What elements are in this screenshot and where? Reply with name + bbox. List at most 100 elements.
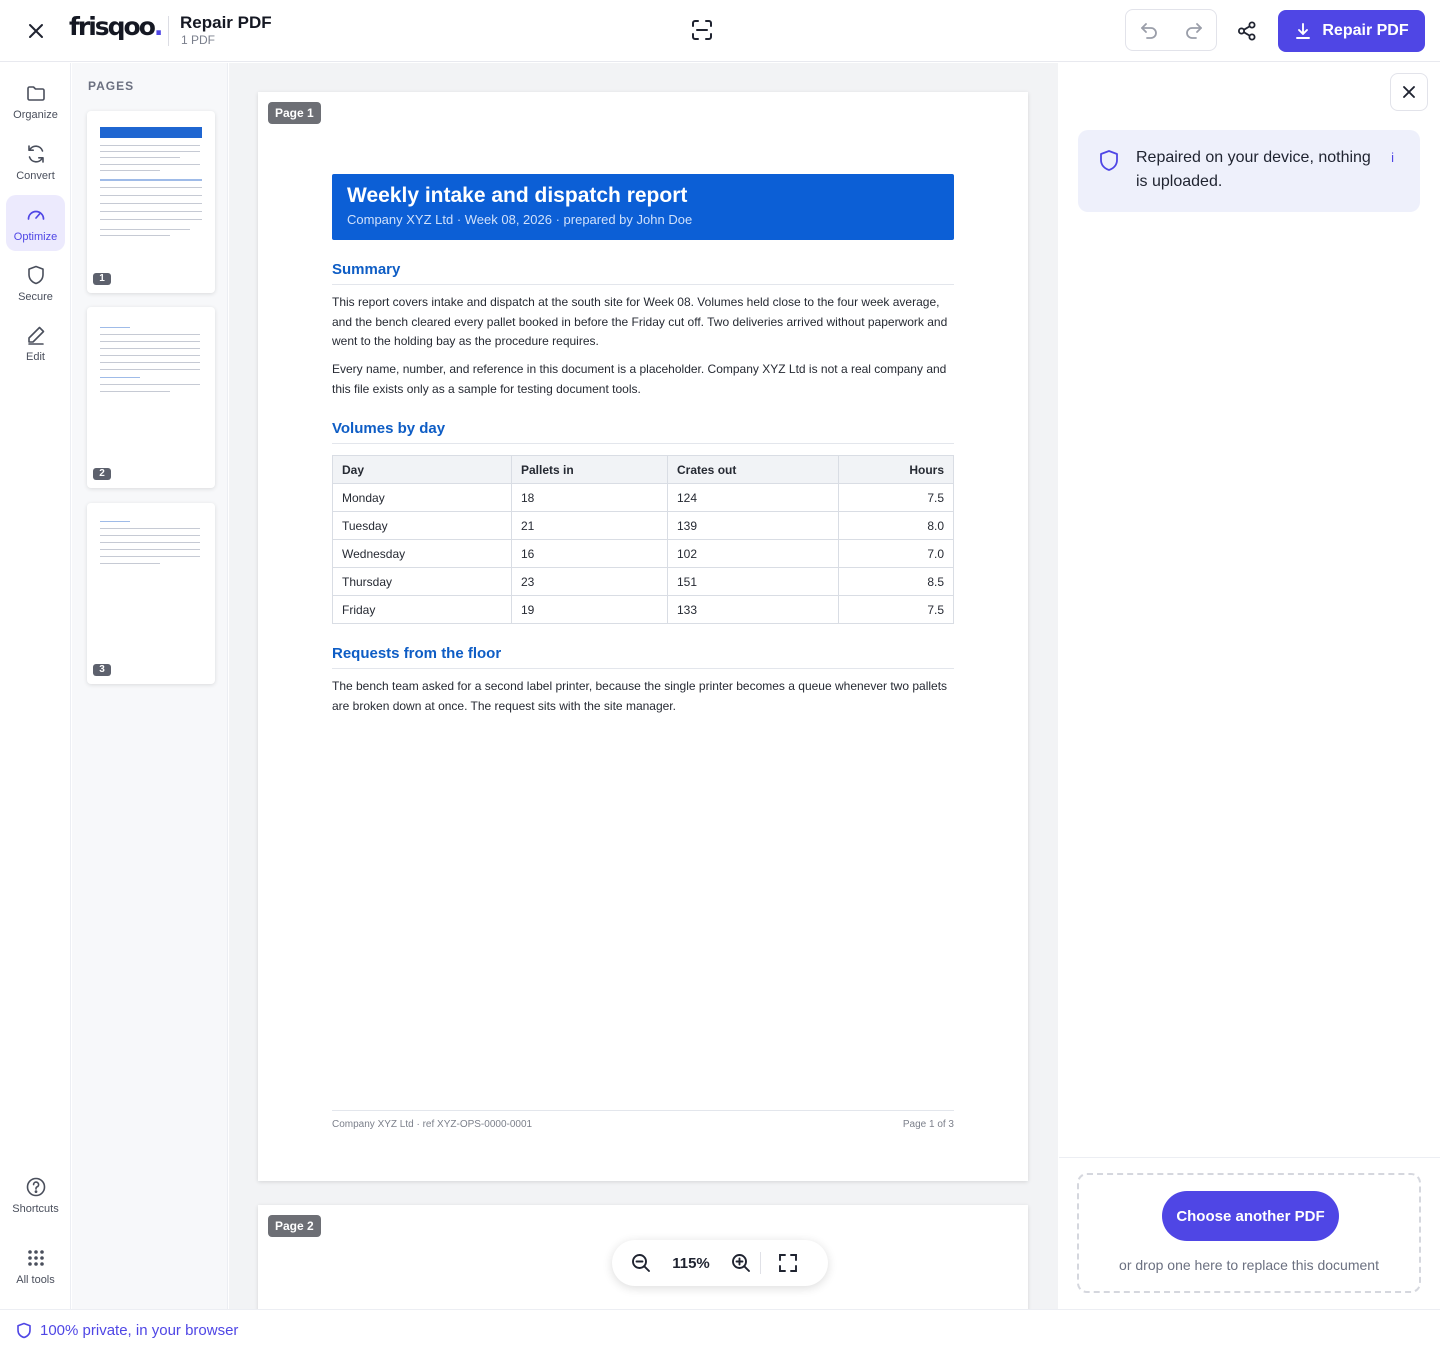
table-row: Monday 18 124 7.5 (332, 483, 954, 512)
table-cell: 102 (667, 539, 839, 568)
pages-panel: PAGES 1 2 3 (72, 63, 228, 1309)
table-cell: Monday (332, 483, 512, 512)
column-header: Pallets in (511, 455, 668, 484)
zoom-out-icon (632, 1254, 650, 1272)
table-row: Tuesday 21 139 8.0 (332, 511, 954, 540)
scan-icon (692, 20, 712, 40)
table-cell: 8.5 (838, 567, 954, 596)
rail-item-all-tools[interactable]: All tools (6, 1238, 65, 1294)
footer-reference: Company XYZ Ltd · ref XYZ-OPS-0000-0001 (332, 1119, 533, 1130)
table-cell: 133 (667, 595, 839, 624)
zoom-in-button[interactable] (728, 1250, 754, 1276)
close-icon (1403, 86, 1415, 98)
rail-item-shortcuts[interactable]: Shortcuts (6, 1167, 65, 1223)
report-banner: Weekly intake and dispatch report Compan… (332, 174, 954, 240)
share-icon (1238, 21, 1256, 41)
rail-item-organize[interactable]: Organize (6, 73, 65, 129)
table-cell: 18 (511, 483, 668, 512)
fullscreen-button[interactable] (775, 1250, 801, 1276)
fullscreen-icon (779, 1254, 797, 1272)
zoom-toolbar: 115% (612, 1240, 828, 1286)
download-icon (1296, 23, 1311, 39)
pdf-page-1: Page 1 Weekly intake and dispatch report… (258, 92, 1028, 1181)
drop-zone[interactable]: Choose another PDF or drop one here to r… (1077, 1173, 1421, 1293)
tool-panel: Repaired on your device, nothing is uplo… (1059, 63, 1440, 1309)
share-button[interactable] (1233, 17, 1261, 45)
table-cell: 19 (511, 595, 668, 624)
report-subtitle: Company XYZ Ltd · Week 08, 2026 · prepar… (347, 212, 693, 227)
zoom-divider (760, 1252, 761, 1274)
zoom-out-button[interactable] (628, 1250, 654, 1276)
summary-paragraph: This report covers intake and dispatch a… (332, 295, 948, 348)
drop-hint: or drop one here to replace this documen… (1119, 1257, 1379, 1273)
requests-paragraph: The bench team asked for a second label … (332, 679, 948, 713)
table-row: Wednesday 16 102 7.0 (332, 539, 954, 568)
table-cell: 139 (667, 511, 839, 540)
footer-page-number: Page 1 of 3 (902, 1119, 954, 1130)
gauge-icon (27, 210, 44, 220)
rail-item-edit[interactable]: Edit (6, 315, 65, 371)
close-button[interactable] (22, 17, 50, 45)
rail-item-optimize[interactable]: Optimize (6, 195, 65, 251)
rail-item-label: Secure (18, 291, 53, 303)
rail-item-label: Optimize (13, 231, 58, 243)
repair-pdf-label: Repair PDF (1322, 22, 1409, 39)
redo-button[interactable] (1171, 10, 1216, 50)
folder-icon (26, 86, 45, 101)
thumb-banner (100, 127, 202, 138)
zoom-level[interactable]: 115% (664, 1255, 718, 1272)
table-cell: Friday (332, 595, 512, 624)
rail-item-convert[interactable]: Convert (6, 134, 65, 190)
tool-rail: Organize Convert Optimize Secure Edit Sh… (0, 63, 71, 1309)
disclaimer-paragraph: Every name, number, and reference in thi… (332, 362, 947, 396)
repair-pdf-button[interactable]: Repair PDF (1278, 10, 1425, 52)
table-cell: Thursday (332, 567, 512, 596)
notice-text: Repaired on your device, nothing is uplo… (1136, 149, 1371, 190)
table-cell: 23 (511, 567, 668, 596)
zoom-in-icon (732, 1254, 750, 1272)
thumb-number: 1 (93, 273, 111, 285)
page-label: Page 2 (268, 1215, 321, 1237)
page-thumbnail-2[interactable]: 2 (87, 307, 215, 488)
brand-logo[interactable]: frisqoo. (69, 12, 163, 41)
volumes-table: Day Pallets in Crates out Hours Monday 1… (332, 455, 954, 624)
column-header: Crates out (667, 455, 839, 484)
shield-icon (17, 1322, 31, 1338)
requests-heading: Requests from the floor (332, 645, 954, 669)
choose-another-pdf-button[interactable]: Choose another PDF (1162, 1191, 1339, 1241)
info-icon[interactable]: i (1391, 146, 1394, 170)
table-cell: 21 (511, 511, 668, 540)
document-viewer[interactable]: Page 1 Weekly intake and dispatch report… (229, 63, 1058, 1309)
refresh-icon (27, 145, 44, 163)
focus-mode-button[interactable] (689, 17, 715, 43)
rail-item-label: Convert (16, 170, 55, 182)
table-row: Friday 19 133 7.5 (332, 595, 954, 624)
close-icon (29, 24, 43, 38)
column-header: Hours (838, 455, 954, 484)
pencil-icon (27, 326, 44, 345)
table-cell: Tuesday (332, 511, 512, 540)
grid-dots-icon (27, 1250, 44, 1266)
report-title: Weekly intake and dispatch report (347, 184, 688, 207)
undo-button[interactable] (1126, 10, 1171, 50)
thumb-number: 2 (93, 468, 111, 480)
page-thumbnail-3[interactable]: 3 (87, 503, 215, 684)
history-controls (1125, 9, 1217, 51)
thumb-number: 3 (93, 664, 111, 676)
volumes-heading: Volumes by day (332, 420, 954, 444)
table-cell: 7.5 (838, 595, 954, 624)
table-cell: 16 (511, 539, 668, 568)
rail-item-label: Shortcuts (12, 1203, 59, 1215)
privacy-notice: Repaired on your device, nothing is uplo… (1078, 130, 1420, 212)
redo-icon (1185, 23, 1202, 39)
pages-title: PAGES (88, 79, 135, 93)
table-cell: 151 (667, 567, 839, 596)
close-panel-button[interactable] (1390, 73, 1428, 111)
header-divider (168, 16, 169, 46)
table-cell: 124 (667, 483, 839, 512)
page-footer: Company XYZ Ltd · ref XYZ-OPS-0000-0001 … (332, 1110, 954, 1130)
column-header: Day (332, 455, 512, 484)
page-thumbnail-1[interactable]: 1 (87, 111, 215, 293)
panel-footer: Choose another PDF or drop one here to r… (1059, 1157, 1440, 1309)
rail-item-secure[interactable]: Secure (6, 255, 65, 311)
